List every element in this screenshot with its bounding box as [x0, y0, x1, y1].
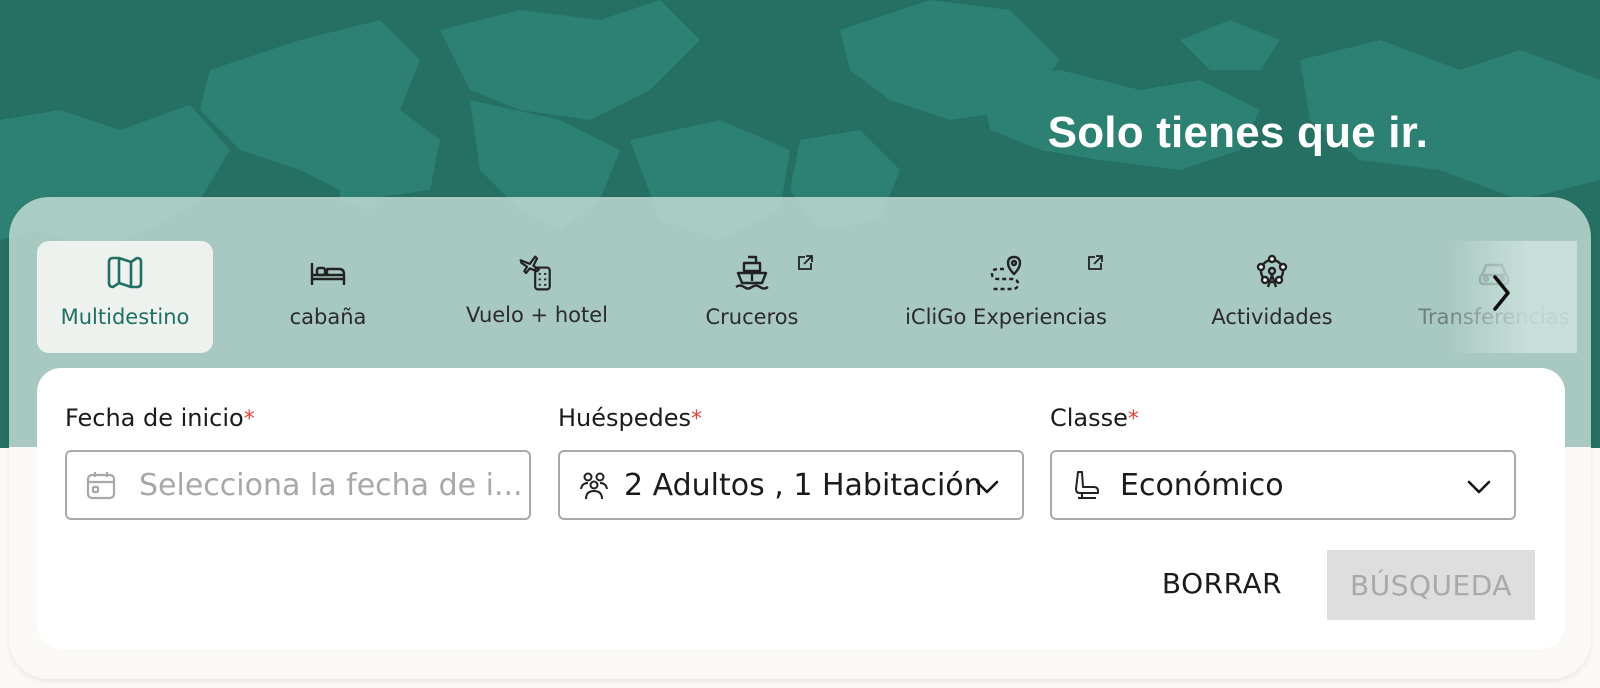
- class-value: Económico: [1120, 467, 1284, 503]
- bed-icon: [308, 253, 348, 293]
- start-date-placeholder: Selecciona la fecha de i...: [139, 467, 523, 503]
- product-tabs: Multidestino cabaña Vuelo + hotel Crucer…: [37, 241, 1577, 353]
- external-link-icon: [1085, 253, 1105, 277]
- hero-tagline: Solo tienes que ir.: [1047, 108, 1428, 157]
- guests-selector[interactable]: 2 Adultos , 1 Habitación: [558, 450, 1024, 520]
- tab-actividades[interactable]: Actividades: [1187, 241, 1357, 353]
- clear-button[interactable]: BORRAR: [1152, 558, 1292, 608]
- seat-icon: [1070, 469, 1102, 501]
- tab-vuelo-hotel[interactable]: Vuelo + hotel: [447, 241, 627, 353]
- flight-hotel-icon: [517, 253, 557, 293]
- tab-cabana[interactable]: cabaña: [253, 241, 403, 353]
- guests-label: Huéspedes*: [558, 404, 703, 432]
- map-icon: [105, 253, 145, 293]
- required-mark: *: [1127, 407, 1139, 432]
- start-date-label: Fecha de inicio*: [65, 404, 255, 432]
- required-mark: *: [691, 407, 703, 432]
- external-link-icon: [795, 253, 815, 277]
- search-form: Fecha de inicio* Selecciona la fecha de …: [37, 368, 1565, 649]
- start-date-field[interactable]: Selecciona la fecha de i...: [65, 450, 531, 520]
- tab-label: Actividades: [1211, 305, 1333, 329]
- tabs-next-button[interactable]: [1486, 273, 1516, 313]
- required-mark: *: [243, 407, 255, 432]
- tab-icligo-experiencias[interactable]: iCliGo Experiencias: [893, 241, 1119, 353]
- tab-label: Multidestino: [60, 305, 190, 329]
- tab-label: iCliGo Experiencias: [905, 305, 1107, 329]
- tab-cruceros[interactable]: Cruceros: [677, 241, 827, 353]
- route-icon: [986, 253, 1026, 293]
- ship-icon: [732, 253, 772, 293]
- class-selector[interactable]: Económico: [1050, 450, 1516, 520]
- chevron-down-icon: [1466, 474, 1492, 504]
- search-button[interactable]: BÚSQUEDA: [1327, 550, 1535, 620]
- guests-value: 2 Adultos , 1 Habitación: [624, 467, 983, 503]
- chevron-right-icon: [1486, 275, 1516, 317]
- people-icon: [578, 469, 610, 501]
- tab-label: cabaña: [289, 305, 367, 329]
- class-label: Classe*: [1050, 404, 1139, 432]
- calendar-icon: [85, 469, 117, 501]
- tab-multidestino[interactable]: Multidestino: [37, 241, 213, 353]
- tab-label: Cruceros: [705, 305, 799, 329]
- tab-label: Vuelo + hotel: [466, 303, 608, 327]
- ferris-wheel-icon: [1252, 253, 1292, 293]
- chevron-down-icon: [974, 474, 1000, 504]
